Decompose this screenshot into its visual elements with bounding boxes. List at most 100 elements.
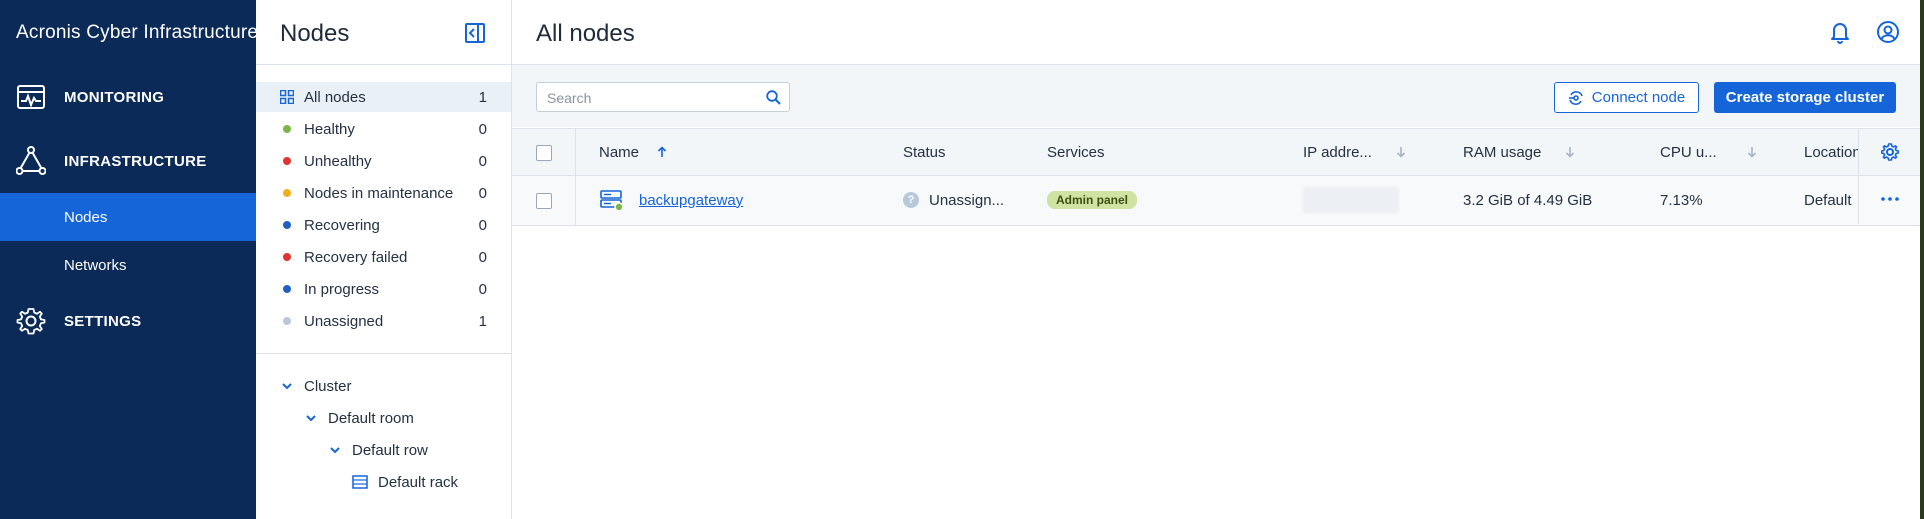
- sort-ascending-icon: [657, 146, 667, 157]
- column-header-services[interactable]: Services: [1047, 129, 1105, 175]
- filter-recovery-failed[interactable]: Recovery failed 0: [256, 242, 511, 272]
- in-progress-status-dot: [283, 285, 291, 293]
- maintenance-status-dot: [283, 189, 291, 197]
- brand-name: Acronis: [16, 22, 81, 43]
- panel-divider: [256, 353, 511, 354]
- filter-label: Unassigned: [304, 312, 384, 330]
- node-ram-text: 3.2 GiB of 4.49 GiB: [1463, 191, 1593, 209]
- column-divider: [575, 176, 576, 225]
- nodes-filter-panel: Nodes All nodes 1 Healthy 0 Unhealthy 0 …: [256, 0, 512, 519]
- filter-unhealthy[interactable]: Unhealthy 0: [256, 146, 511, 176]
- window-edge: [1920, 0, 1924, 519]
- node-location-text: Default: [1804, 191, 1852, 209]
- filter-in-progress[interactable]: In progress 0: [256, 274, 511, 304]
- monitoring-icon: [17, 85, 45, 109]
- bell-icon[interactable]: [1828, 20, 1852, 44]
- nav-settings[interactable]: SETTINGS: [0, 295, 256, 347]
- brand-product: Cyber Infrastructure: [86, 22, 259, 43]
- filter-label: Unhealthy: [304, 152, 372, 170]
- nav-nodes[interactable]: Nodes: [0, 193, 256, 241]
- filter-count: 0: [478, 152, 487, 170]
- collapse-panel-icon[interactable]: [464, 22, 486, 44]
- column-header-name[interactable]: Name: [599, 129, 667, 175]
- filter-all-nodes[interactable]: All nodes 1: [256, 82, 511, 112]
- brand-logo: Acronis Cyber Infrastructure: [16, 22, 258, 44]
- select-all-checkbox[interactable]: [536, 145, 552, 161]
- filter-count: 0: [478, 280, 487, 298]
- recovering-status-dot: [283, 221, 291, 229]
- nav-networks[interactable]: Networks: [0, 241, 256, 289]
- tree-rack[interactable]: Default rack: [352, 467, 458, 497]
- nav-infrastructure[interactable]: INFRASTRUCTURE: [0, 135, 256, 187]
- panel-divider: [256, 64, 511, 65]
- filter-count: 0: [478, 248, 487, 266]
- page-title: All nodes: [536, 20, 635, 47]
- grid-icon: [280, 90, 294, 104]
- column-ram-label: RAM usage: [1463, 143, 1542, 161]
- main-navigation: Acronis Cyber Infrastructure MONITORING …: [0, 0, 258, 519]
- row-actions-cell: [1858, 176, 1924, 224]
- node-name-link[interactable]: backupgateway: [639, 192, 743, 209]
- redacted-ip: [1303, 187, 1399, 213]
- more-options-icon[interactable]: [1879, 192, 1901, 206]
- connect-node-button[interactable]: Connect node: [1554, 82, 1699, 113]
- column-header-location[interactable]: Location: [1804, 129, 1861, 175]
- main-content: All nodes Connect node: [512, 0, 1924, 519]
- create-storage-cluster-button[interactable]: Create storage cluster: [1714, 82, 1896, 113]
- column-cpu-label: CPU u...: [1660, 143, 1717, 161]
- sort-descending-icon: [1396, 147, 1406, 158]
- top-bar: All nodes: [512, 0, 1924, 65]
- filter-count: 1: [478, 88, 487, 106]
- filter-label: All nodes: [304, 88, 366, 106]
- healthy-status-dot: [283, 125, 291, 133]
- filter-healthy[interactable]: Healthy 0: [256, 114, 511, 144]
- node-cpu-cell: 7.13%: [1660, 176, 1703, 224]
- sort-descending-icon: [1566, 147, 1575, 158]
- table-settings-cell: [1858, 129, 1924, 175]
- node-status-text: Unassign...: [929, 191, 1005, 209]
- rack-icon: [352, 475, 368, 489]
- filter-label: In progress: [304, 280, 380, 298]
- row-checkbox[interactable]: [536, 193, 552, 209]
- tree-cluster[interactable]: Cluster: [280, 371, 352, 401]
- filter-count: 0: [478, 216, 487, 234]
- service-badge: Admin panel: [1047, 191, 1138, 209]
- nodes-table-header: Name Status Services IP addre... RAM usa…: [512, 128, 1924, 176]
- search-input[interactable]: [545, 83, 759, 113]
- node-status-cell: ? Unassign...: [903, 176, 1004, 224]
- table-row[interactable]: backupgateway ? Unassign... Admin panel …: [512, 176, 1924, 226]
- column-header-cpu[interactable]: CPU u...: [1660, 129, 1757, 175]
- connect-node-label: Connect node: [1591, 89, 1686, 106]
- column-header-ip[interactable]: IP addre...: [1303, 129, 1406, 175]
- column-header-ram[interactable]: RAM usage: [1463, 129, 1575, 175]
- filter-unassigned[interactable]: Unassigned 1: [256, 306, 511, 336]
- nav-monitoring[interactable]: MONITORING: [0, 71, 256, 123]
- filter-label: Healthy: [304, 120, 355, 138]
- recovery-failed-status-dot: [283, 253, 291, 261]
- gear-icon: [16, 308, 46, 335]
- search-icon[interactable]: [766, 90, 781, 105]
- filter-count: 0: [478, 184, 487, 202]
- infrastructure-icon: [16, 146, 46, 175]
- sort-descending-icon: [1747, 147, 1756, 158]
- column-name-label: Name: [599, 143, 640, 161]
- tree-room[interactable]: Default room: [304, 403, 414, 433]
- filter-recovering[interactable]: Recovering 0: [256, 210, 511, 240]
- column-status-label: Status: [903, 143, 946, 161]
- tree-row[interactable]: Default row: [328, 435, 428, 465]
- nav-networks-label: Networks: [64, 256, 127, 274]
- filter-maintenance[interactable]: Nodes in maintenance 0: [256, 178, 511, 208]
- question-icon: ?: [903, 192, 919, 208]
- chevron-down-icon: [282, 383, 292, 390]
- user-account-icon[interactable]: [1876, 20, 1900, 44]
- column-location-label: Location: [1804, 143, 1861, 161]
- node-location-cell: Default: [1804, 176, 1852, 224]
- column-header-status[interactable]: Status: [903, 129, 946, 175]
- column-divider: [575, 129, 576, 175]
- nav-settings-label: SETTINGS: [64, 312, 142, 330]
- create-storage-cluster-label: Create storage cluster: [1725, 89, 1885, 106]
- node-ram-cell: 3.2 GiB of 4.49 GiB: [1463, 176, 1592, 224]
- gear-icon[interactable]: [1881, 143, 1899, 161]
- filter-count: 0: [478, 120, 487, 138]
- node-services-cell: Admin panel: [1047, 176, 1138, 224]
